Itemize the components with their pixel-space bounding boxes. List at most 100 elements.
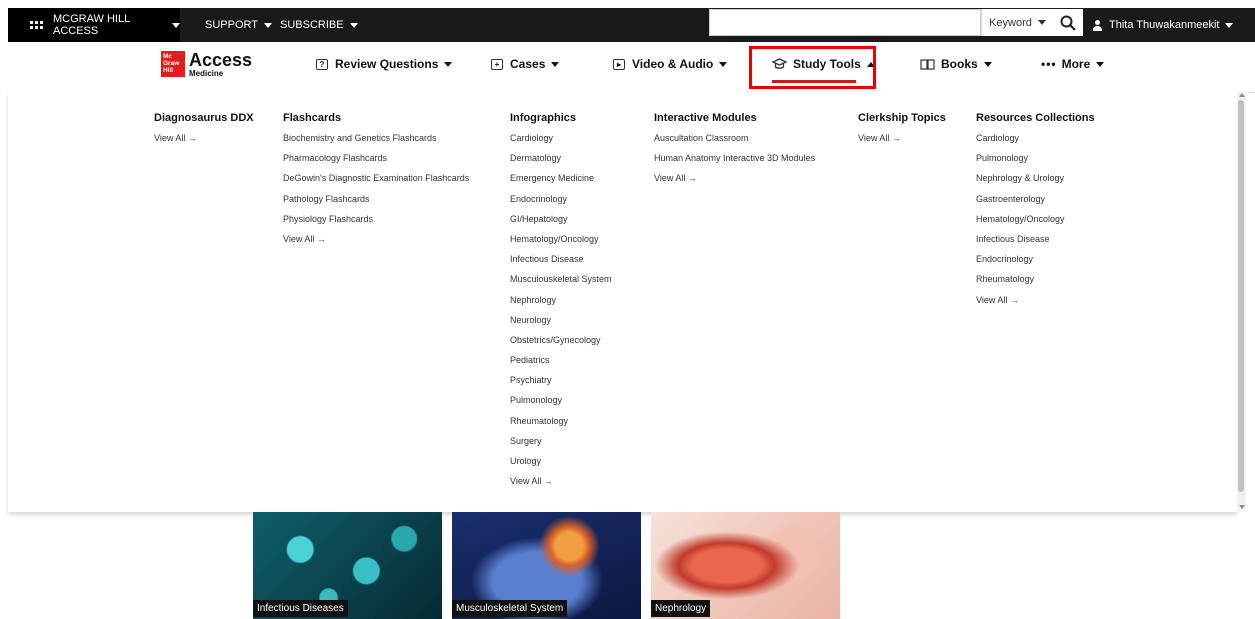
nav-review-questions[interactable]: ? Review Questions: [316, 54, 453, 74]
caret-down-icon: [1037, 20, 1046, 25]
subscribe-label: SUBSCRIBE: [280, 19, 344, 31]
topic-card-infectious-diseases[interactable]: Infectious Diseases: [253, 512, 442, 619]
menu-link-endocrinology[interactable]: Endocrinology: [976, 254, 1095, 274]
column-heading: Flashcards: [283, 112, 342, 124]
column-heading: Resources Collections: [976, 112, 1095, 124]
brand-menu-label: MCGRAW HILL ACCESS: [53, 13, 130, 37]
menu-link-physiology-flashcards[interactable]: Physiology Flashcards: [283, 214, 469, 234]
support-label: SUPPORT: [205, 19, 258, 31]
menu-link-rheumatology[interactable]: Rheumatology: [510, 416, 612, 436]
menu-link-degowin-s-diagnostic-examination-flashcards[interactable]: DeGowin's Diagnostic Examination Flashca…: [283, 173, 469, 193]
menu-link-obstetrics-gynecology[interactable]: Obstetrics/Gynecology: [510, 335, 612, 355]
scroll-up-arrow-icon[interactable]: [1239, 93, 1245, 97]
menu-column-resources-collections: Resources Collections Cardiology Pulmonolo…: [976, 112, 1095, 315]
caret-down-icon: [1096, 61, 1105, 67]
column-heading: Interactive Modules: [654, 112, 757, 124]
caret-down-icon: [719, 61, 728, 67]
caret-down-icon: [983, 61, 992, 67]
search-type-label: Keyword: [989, 16, 1032, 29]
nav-books[interactable]: Books: [920, 54, 992, 74]
menu-link-infectious-disease[interactable]: Infectious Disease: [510, 254, 612, 274]
menu-link-nephrology-urology[interactable]: Nephrology & Urology: [976, 173, 1095, 193]
menu-link-hematology-oncology[interactable]: Hematology/Oncology: [976, 214, 1095, 234]
nav-label: Video & Audio: [632, 57, 714, 71]
menu-link-urology[interactable]: Urology: [510, 456, 612, 476]
menu-link-psychiatry[interactable]: Psychiatry: [510, 375, 612, 395]
caret-down-icon: [349, 22, 358, 28]
menu-link-pulmonology[interactable]: Pulmonology: [510, 395, 612, 415]
view-all-link[interactable]: View All: [510, 476, 612, 496]
caret-down-icon: [172, 22, 180, 28]
menu-link-emergency-medicine[interactable]: Emergency Medicine: [510, 173, 612, 193]
top-bar: MCGRAW HILL ACCESS SUPPORT SUBSCRIBE Key…: [8, 8, 1255, 42]
subscribe-menu[interactable]: SUBSCRIBE: [280, 8, 358, 42]
menu-column-diagnosaurus: Diagnosaurus DDX View All: [154, 112, 254, 153]
menu-column-infographics: Infographics Cardiology Dermatology Emergen…: [510, 112, 612, 496]
menu-link-pathology-flashcards[interactable]: Pathology Flashcards: [283, 194, 469, 214]
view-all-link[interactable]: View All: [976, 295, 1095, 315]
topic-card-nephrology[interactable]: Nephrology: [651, 512, 840, 619]
menu-link-hematology-oncology[interactable]: Hematology/Oncology: [510, 234, 612, 254]
mcgraw-hill-access-menu[interactable]: MCGRAW HILL ACCESS: [8, 8, 180, 42]
menu-link-surgery[interactable]: Surgery: [510, 436, 612, 456]
question-box-icon: ?: [316, 58, 328, 70]
nav-more[interactable]: ••• More: [1041, 54, 1105, 74]
main-nav: Mc Graw Hill Access Medicine ? Review Qu…: [8, 42, 1255, 93]
menu-link-biochemistry-and-genetics-flashcards[interactable]: Biochemistry and Genetics Flashcards: [283, 133, 469, 153]
card-caption: Infectious Diseases: [253, 600, 348, 617]
open-book-icon: [920, 58, 935, 70]
menu-link-cardiology[interactable]: Cardiology: [510, 133, 612, 153]
menu-link-nephrology[interactable]: Nephrology: [510, 295, 612, 315]
menu-scrollbar-thumb[interactable]: [1238, 100, 1244, 492]
menu-link-neurology[interactable]: Neurology: [510, 315, 612, 335]
play-icon: ▸: [613, 58, 625, 70]
nav-label: Books: [941, 57, 978, 71]
apps-grid-icon: [30, 21, 43, 29]
card-caption: Musculoskeletal System: [452, 600, 568, 617]
study-tools-highlight-box: [749, 46, 876, 89]
caret-down-icon: [263, 22, 272, 28]
menu-column-interactive-modules: Interactive Modules Auscultation Classroo…: [654, 112, 815, 194]
nav-label: Cases: [510, 57, 546, 71]
view-all-link[interactable]: View All: [154, 133, 254, 153]
menu-link-gi-hepatology[interactable]: GI/Hepatology: [510, 214, 612, 234]
mcgraw-hill-logo-box: Mc Graw Hill: [161, 51, 185, 77]
scroll-down-arrow-icon[interactable]: [1239, 505, 1245, 509]
user-menu[interactable]: Thita Thuwakanmeekit: [1092, 8, 1234, 42]
user-name: Thita Thuwakanmeekit: [1109, 19, 1220, 31]
menu-link-pulmonology[interactable]: Pulmonology: [976, 153, 1095, 173]
nav-label: More: [1061, 57, 1091, 71]
user-icon: [1092, 19, 1103, 31]
menu-link-gastroenterology[interactable]: Gastroenterology: [976, 194, 1095, 214]
nav-video-audio[interactable]: ▸ Video & Audio: [613, 54, 728, 74]
menu-link-human-anatomy-interactive-3d-modules[interactable]: Human Anatomy Interactive 3D Modules: [654, 153, 815, 173]
menu-link-infectious-disease[interactable]: Infectious Disease: [976, 234, 1095, 254]
search-type-select[interactable]: Keyword: [981, 9, 1053, 36]
menu-link-auscultation-classroom[interactable]: Auscultation Classroom: [654, 133, 815, 153]
logo-title: Access: [189, 49, 253, 70]
menu-link-pediatrics[interactable]: Pediatrics: [510, 355, 612, 375]
menu-link-cardiology[interactable]: Cardiology: [976, 133, 1095, 153]
search-input[interactable]: [709, 9, 981, 36]
menu-column-flashcards: Flashcards Biochemistry and Genetics Flas…: [283, 112, 469, 254]
more-dots-icon: •••: [1041, 57, 1057, 71]
menu-link-dermatology[interactable]: Dermatology: [510, 153, 612, 173]
nav-label: Review Questions: [335, 57, 439, 71]
menu-link-musculouskeletal-system[interactable]: Musculouskeletal System: [510, 274, 612, 294]
topic-card-musculoskeletal[interactable]: Musculoskeletal System: [452, 512, 641, 619]
caret-down-icon: [551, 61, 560, 67]
search-button[interactable]: [1053, 9, 1083, 36]
case-plus-icon: +: [491, 58, 503, 70]
view-all-link[interactable]: View All: [283, 234, 469, 254]
menu-link-rheumatology[interactable]: Rheumatology: [976, 274, 1095, 294]
access-medicine-logo[interactable]: Mc Graw Hill Access Medicine: [161, 50, 252, 78]
nav-cases[interactable]: + Cases: [491, 54, 560, 74]
caret-down-icon: [444, 61, 453, 67]
caret-down-icon: [1225, 22, 1234, 28]
card-caption: Nephrology: [651, 600, 711, 617]
menu-link-endocrinology[interactable]: Endocrinology: [510, 194, 612, 214]
support-menu[interactable]: SUPPORT: [205, 8, 272, 42]
menu-link-pharmacology-flashcards[interactable]: Pharmacology Flashcards: [283, 153, 469, 173]
view-all-link[interactable]: View All: [858, 133, 946, 153]
view-all-link[interactable]: View All: [654, 173, 815, 193]
